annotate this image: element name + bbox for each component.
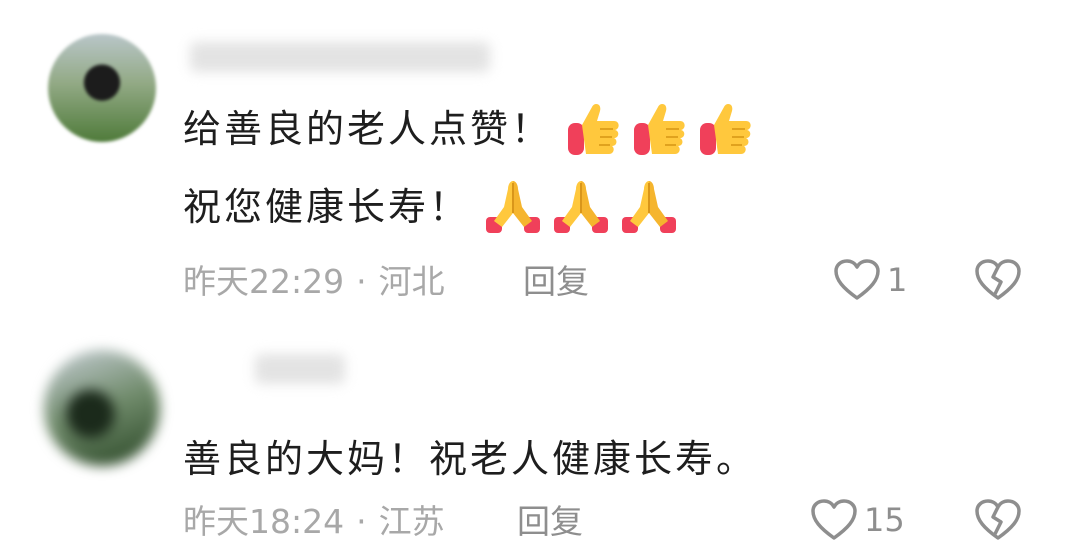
separator: · [356, 502, 367, 541]
broken-heart-icon [975, 259, 1021, 300]
comment-meta: 昨天22:29 · 河北 [183, 260, 445, 304]
like-button[interactable]: 1 [833, 258, 907, 302]
thumbs-up-icon [700, 103, 751, 155]
avatar[interactable] [48, 34, 156, 142]
comment-text: 给善良的老人点赞！ [183, 107, 553, 151]
separator: · [356, 262, 367, 301]
comment-meta: 昨天18:24 · 江苏 [183, 500, 445, 544]
heart-icon [834, 259, 880, 300]
heart-icon [811, 499, 857, 540]
like-count: 15 [864, 501, 905, 539]
username[interactable] [190, 42, 490, 72]
comment-text: 善良的大妈！祝老人健康长寿。 [183, 437, 758, 481]
username[interactable] [255, 354, 345, 384]
timestamp: 昨天18:24 [183, 502, 345, 541]
like-button[interactable]: 15 [810, 498, 905, 542]
emoji-row [484, 177, 678, 235]
folded-hands-icon [554, 180, 609, 233]
emoji-row [566, 99, 754, 157]
comment-text: 祝您健康长寿！ [183, 185, 471, 229]
comment-text-line: 祝您健康长寿！ [183, 180, 678, 239]
location: 江苏 [378, 502, 445, 541]
thumbs-up-icon [634, 103, 685, 155]
thumbs-up-icon [568, 103, 619, 155]
comment-text-line: 善良的大妈！祝老人健康长寿。 [183, 432, 757, 486]
dislike-button[interactable] [974, 258, 1022, 306]
folded-hands-icon [622, 180, 677, 233]
reply-button[interactable]: 回复 [517, 500, 583, 544]
broken-heart-icon [975, 499, 1021, 540]
folded-hands-icon [486, 180, 541, 233]
reply-button[interactable]: 回复 [523, 260, 589, 304]
comment-text-line: 给善良的老人点赞！ [183, 102, 754, 161]
like-count: 1 [887, 261, 908, 299]
dislike-button[interactable] [974, 498, 1022, 546]
avatar[interactable] [44, 350, 160, 466]
location: 河北 [378, 262, 445, 301]
timestamp: 昨天22:29 [183, 262, 345, 301]
